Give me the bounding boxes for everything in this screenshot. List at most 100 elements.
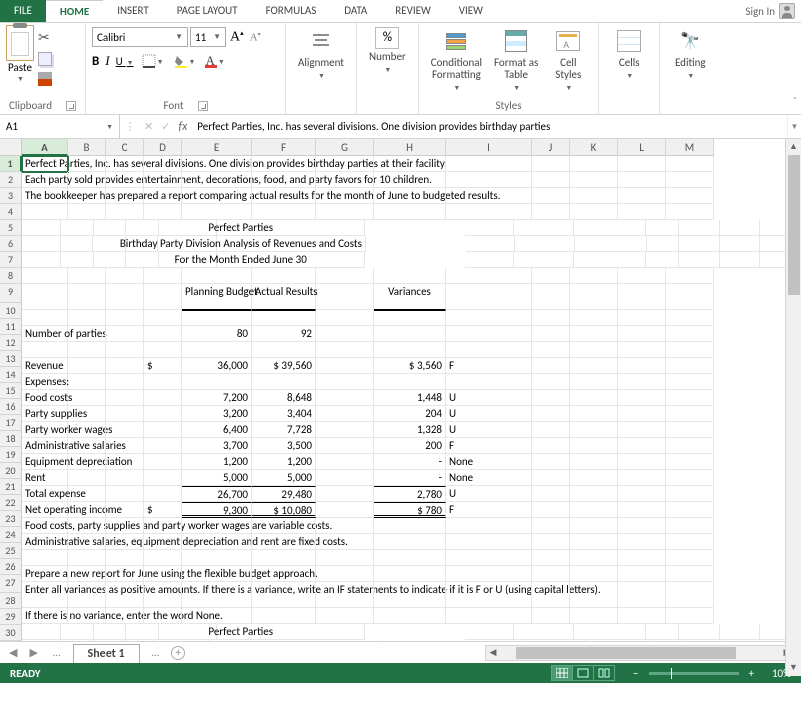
- cell-H18[interactable]: 200: [374, 438, 446, 454]
- cell-F9[interactable]: Actual Results: [252, 284, 316, 310]
- cell-H2[interactable]: [374, 172, 446, 188]
- cell-L8[interactable]: [618, 268, 666, 284]
- cell-I7[interactable]: [574, 252, 646, 268]
- cell-D11[interactable]: [144, 326, 182, 342]
- cell-J19[interactable]: [532, 454, 570, 470]
- col-header-I[interactable]: I: [446, 139, 532, 156]
- cell-F20[interactable]: 5,000: [252, 470, 316, 486]
- cell-L25[interactable]: [618, 550, 666, 566]
- cell-D4[interactable]: [144, 204, 182, 220]
- cell-C1[interactable]: [106, 156, 144, 172]
- cell-E16[interactable]: 3,200: [182, 406, 252, 422]
- cell-J6[interactable]: [647, 236, 679, 252]
- col-header-F[interactable]: F: [252, 139, 316, 156]
- cell-E26[interactable]: [182, 566, 252, 582]
- cell-A2[interactable]: Each party sold provides entertainment, …: [22, 172, 68, 188]
- cell-L12[interactable]: [618, 342, 666, 358]
- cell-C18[interactable]: [106, 438, 144, 454]
- zoom-out-button[interactable]: −: [629, 667, 642, 680]
- cell-L22[interactable]: [618, 502, 666, 518]
- cell-L9[interactable]: [618, 284, 666, 310]
- cell-B14[interactable]: [68, 374, 106, 390]
- cell-F17[interactable]: 7,728: [252, 422, 316, 438]
- cell-J17[interactable]: [532, 422, 570, 438]
- row-header-3[interactable]: 3: [0, 188, 22, 204]
- cell-B2[interactable]: [68, 172, 106, 188]
- cell-G20[interactable]: [316, 470, 374, 486]
- cell-M11[interactable]: [666, 326, 714, 342]
- cell-G19[interactable]: [316, 454, 374, 470]
- row-header-19[interactable]: 19: [0, 447, 22, 463]
- cell-A28[interactable]: If there is no variance, enter the word …: [22, 608, 68, 624]
- cell-I19[interactable]: None: [446, 454, 532, 470]
- row-header-13[interactable]: 13: [0, 351, 22, 367]
- cell-K3[interactable]: [570, 188, 618, 204]
- row-header-5[interactable]: 5: [0, 220, 22, 236]
- row-header-28[interactable]: 28: [0, 593, 22, 609]
- cell-J15[interactable]: [532, 390, 570, 406]
- sheet-nav-next[interactable]: ▶: [26, 646, 40, 659]
- cell-L13[interactable]: [618, 358, 666, 374]
- cell-A4[interactable]: [22, 204, 68, 220]
- cell-M17[interactable]: [666, 422, 714, 438]
- row-header-14[interactable]: 14: [0, 367, 22, 383]
- cell-M4[interactable]: [666, 204, 714, 220]
- cell-L24[interactable]: [618, 534, 666, 550]
- cell-J13[interactable]: [532, 358, 570, 374]
- row-header-2[interactable]: 2: [0, 172, 22, 188]
- cell-B23[interactable]: [68, 518, 106, 534]
- cell-A20[interactable]: Rent: [22, 470, 68, 486]
- cell-E12[interactable]: [182, 342, 252, 358]
- cell-E23[interactable]: [182, 518, 252, 534]
- cell-M25[interactable]: [666, 550, 714, 566]
- underline-button[interactable]: U ▼: [116, 54, 134, 69]
- cell-F18[interactable]: 3,500: [252, 438, 316, 454]
- bold-button[interactable]: B: [92, 54, 99, 69]
- cell-J14[interactable]: [532, 374, 570, 390]
- cell-B20[interactable]: [68, 470, 106, 486]
- cell-G30[interactable]: [480, 640, 527, 641]
- cell-C15[interactable]: [106, 390, 144, 406]
- cell-D19[interactable]: [144, 454, 182, 470]
- cell-K5[interactable]: [679, 220, 720, 236]
- cell-B28[interactable]: [68, 608, 106, 624]
- cell-H27[interactable]: [374, 582, 446, 608]
- cell-M16[interactable]: [666, 406, 714, 422]
- cell-H11[interactable]: [374, 326, 446, 342]
- cell-H14[interactable]: [374, 374, 446, 390]
- cell-B7[interactable]: [61, 252, 93, 268]
- cell-L17[interactable]: [618, 422, 666, 438]
- cell-H17[interactable]: 1,328: [374, 422, 446, 438]
- row-header-9[interactable]: 9: [0, 284, 22, 303]
- tab-insert[interactable]: INSERT: [103, 0, 163, 22]
- cell-K13[interactable]: [570, 358, 618, 374]
- cell-L3[interactable]: [618, 188, 666, 204]
- cell-F19[interactable]: 1,200: [252, 454, 316, 470]
- horizontal-scrollbar[interactable]: ◀▶: [485, 645, 795, 661]
- cell-styles-button[interactable]: Cell Styles▼: [544, 25, 592, 92]
- row-header-26[interactable]: 26: [0, 559, 22, 575]
- cell-D28[interactable]: [144, 608, 182, 624]
- cell-B21[interactable]: [68, 486, 106, 502]
- row-header-25[interactable]: 25: [0, 543, 22, 559]
- row-header-15[interactable]: 15: [0, 383, 22, 399]
- cell-H22[interactable]: $ 780: [374, 502, 446, 518]
- cell-C23[interactable]: [106, 518, 144, 534]
- cell-A18[interactable]: Administrative salaries: [22, 438, 68, 454]
- select-all-corner[interactable]: [0, 139, 22, 156]
- cell-K8[interactable]: [570, 268, 618, 284]
- col-header-E[interactable]: E: [182, 139, 252, 156]
- cell-L2[interactable]: [618, 172, 666, 188]
- cell-G6[interactable]: [466, 236, 515, 252]
- cell-E13[interactable]: 36,000: [182, 358, 252, 374]
- cell-J26[interactable]: [532, 566, 570, 582]
- cell-A5[interactable]: [22, 220, 61, 236]
- cell-I9[interactable]: [446, 284, 532, 310]
- cell-J9[interactable]: [532, 284, 570, 310]
- cell-L27[interactable]: [618, 582, 666, 608]
- cell-F25[interactable]: [252, 550, 316, 566]
- col-header-L[interactable]: L: [618, 139, 666, 156]
- cell-B16[interactable]: [68, 406, 106, 422]
- cell-M23[interactable]: [666, 518, 714, 534]
- cell-E22[interactable]: 9,300: [182, 502, 252, 518]
